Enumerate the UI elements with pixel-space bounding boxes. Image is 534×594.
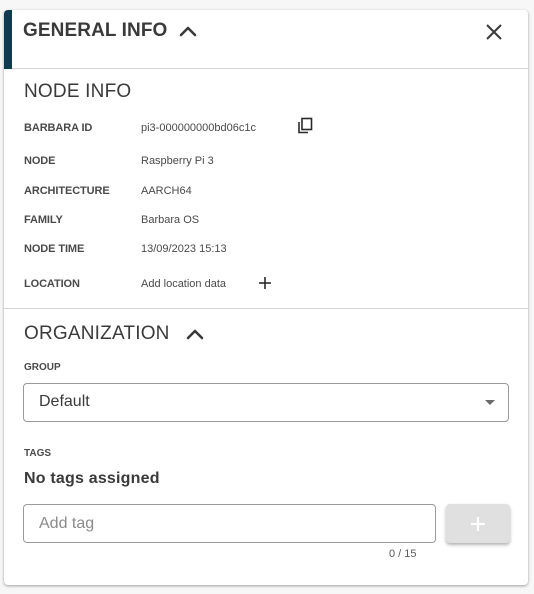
copy-icon[interactable]	[297, 117, 313, 134]
plus-icon	[471, 517, 485, 531]
architecture-value: AARCH64	[141, 185, 192, 197]
no-tags-message: No tags assigned	[24, 470, 160, 487]
add-tag-input[interactable]	[23, 504, 436, 543]
node-info-title: NODE INFO	[24, 81, 132, 102]
group-select-value: Default	[39, 393, 90, 410]
panel-header: GENERAL INFO	[4, 10, 528, 69]
panel-title: GENERAL INFO	[23, 20, 168, 41]
node-time-label: NODE TIME	[24, 243, 85, 255]
family-value: Barbara OS	[141, 214, 200, 226]
chevron-up-icon[interactable]	[178, 24, 198, 38]
header-accent-bar	[4, 10, 12, 69]
node-time-value: 13/09/2023 15:13	[141, 243, 227, 255]
group-label: GROUP	[24, 362, 61, 373]
caret-down-icon	[485, 400, 495, 405]
organization-chevron-up-icon[interactable]	[185, 327, 205, 341]
architecture-label: ARCHITECTURE	[24, 185, 110, 197]
add-location-link[interactable]: Add location data	[141, 278, 226, 290]
node-label: NODE	[24, 155, 56, 167]
barbara-id-label: BARBARA ID	[24, 122, 93, 134]
section-divider	[4, 308, 528, 309]
family-label: FAMILY	[24, 214, 63, 226]
add-location-plus-icon[interactable]	[258, 276, 272, 290]
barbara-id-value: pi3-000000000bd06c1c	[141, 122, 256, 134]
tags-label: TAGS	[24, 448, 52, 459]
general-info-panel: GENERAL INFO NODE INFO BARBARA ID pi3-00…	[4, 10, 528, 585]
organization-title: ORGANIZATION	[24, 323, 170, 344]
tag-character-counter: 0 / 15	[389, 548, 417, 560]
add-tag-button[interactable]	[446, 504, 510, 543]
group-select[interactable]: Default	[23, 383, 509, 422]
close-icon[interactable]	[484, 22, 504, 42]
location-label: LOCATION	[24, 278, 80, 290]
node-value: Raspberry Pi 3	[141, 155, 214, 167]
